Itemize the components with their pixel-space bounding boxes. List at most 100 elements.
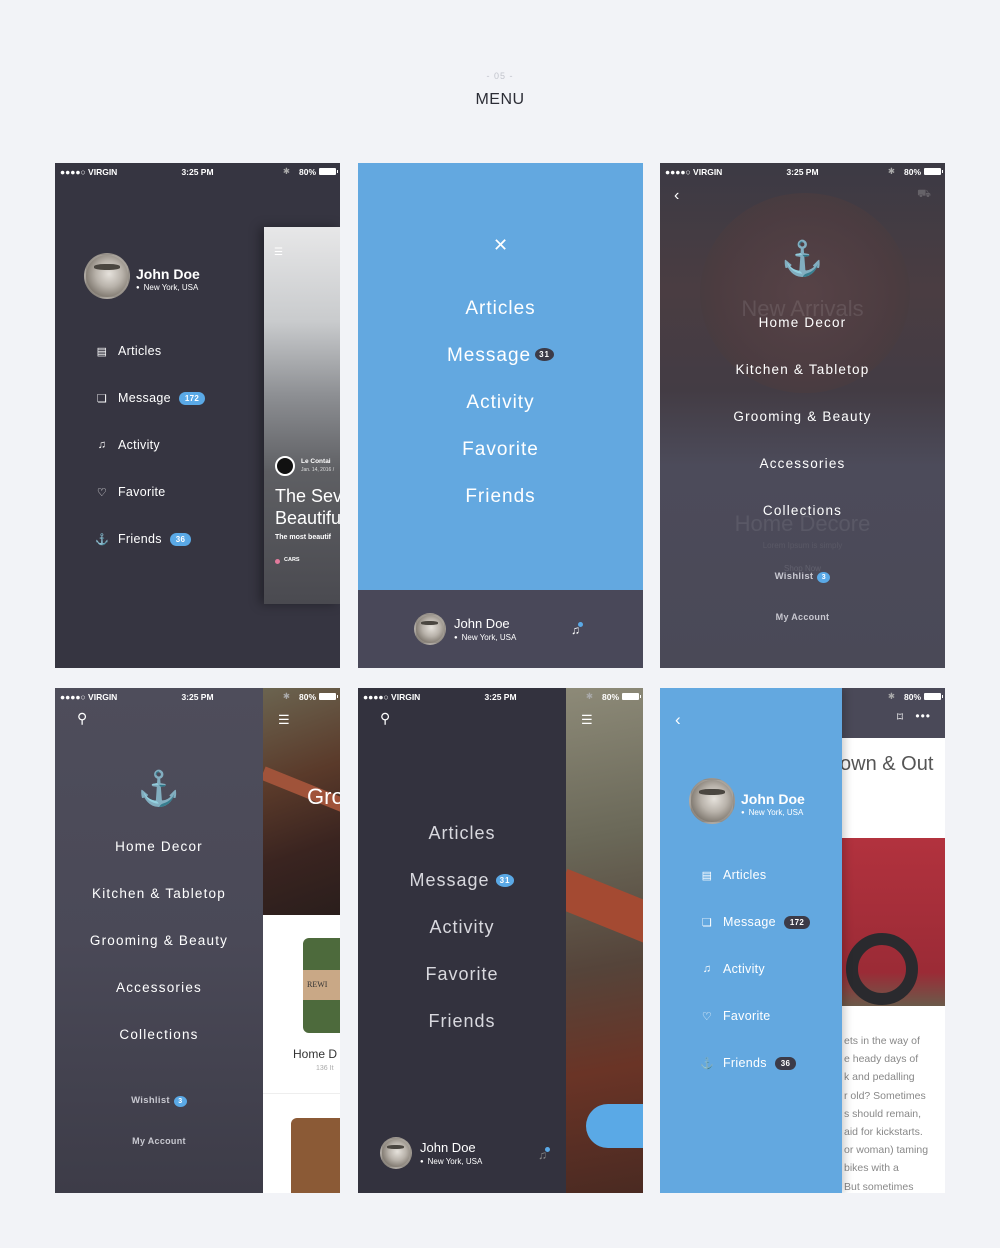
battery-icon (319, 168, 338, 175)
category-kitchen-tabletop[interactable]: Kitchen & Tabletop (660, 362, 945, 377)
back-chevron-icon[interactable]: ‹ (674, 187, 679, 205)
avatar[interactable] (84, 253, 130, 299)
menu-item-friends[interactable]: ⚓ Friends 36 (95, 532, 192, 546)
menu-label: Message (409, 870, 490, 890)
search-icon[interactable]: ⚲ (380, 710, 390, 727)
user-location: New York, USA (136, 283, 199, 292)
menu-item-favorite[interactable]: ♡ Favorite (700, 1009, 771, 1023)
source-logo-icon (275, 456, 295, 476)
category-grooming-beauty[interactable]: Grooming & Beauty (660, 409, 945, 424)
content-peek-panel[interactable]: ☰ Gro REWI Home D 136 It (263, 688, 340, 1193)
article-tag[interactable]: CARS (284, 557, 300, 563)
message-badge: 172 (178, 391, 206, 405)
battery-icon (622, 693, 641, 700)
message-badge: 172 (783, 915, 811, 929)
heart-icon: ♡ (701, 1010, 713, 1023)
notification-bell-icon[interactable]: ♫ (538, 1147, 550, 1162)
menu-icon[interactable]: ☰ (278, 712, 290, 728)
close-icon[interactable]: ✕ (358, 235, 643, 256)
my-account-link[interactable]: My Account (55, 1136, 263, 1146)
article-title-line2: Beautifu (275, 508, 340, 528)
menu-item-activity[interactable]: ♫ Activity (95, 438, 160, 452)
article-title: own & Out (840, 753, 934, 775)
category-home-decor[interactable]: Home Decor (55, 839, 263, 854)
category-home-decor[interactable]: Home Decor (660, 315, 945, 330)
screen-side-menu-dark: ●●●●○ VIRGIN 3:25 PM ✱ 80% John Doe New … (55, 163, 340, 668)
section-title: MENU (475, 91, 525, 108)
tag-dot-icon (275, 559, 280, 564)
menu-item-articles[interactable]: ▤ Articles (95, 344, 161, 358)
hero-text: Gro (307, 784, 340, 809)
menu-item-favorite[interactable]: Favorite (358, 964, 566, 985)
menu-icon[interactable]: ☰ (274, 247, 283, 258)
banner-sub: Lorem Ipsum is simply (762, 541, 843, 550)
content-peek-panel[interactable]: ☰ Le Contai Jan. 14, 2016 / The Sev Beau… (264, 227, 340, 604)
menu-label: Friends (723, 1056, 767, 1070)
category-accessories[interactable]: Accessories (660, 456, 945, 471)
menu-item-favorite[interactable]: ♡ Favorite (95, 485, 166, 499)
screen-category-menu: New Arrivals Home Decore Lorem Ipsum is … (660, 163, 945, 668)
avatar[interactable] (689, 778, 735, 824)
wishlist-link[interactable]: Wishlist 3 (55, 1095, 263, 1107)
menu-item-articles[interactable]: Articles (358, 823, 566, 844)
product-count: 136 It (316, 1065, 334, 1072)
category-accessories[interactable]: Accessories (55, 980, 263, 995)
screen-category-side-menu: ●●●●○ VIRGIN 3:25 PM ✱ 80% ⚲ ⚓ Home Deco… (55, 688, 340, 1193)
menu-item-message[interactable]: ❏ Message 172 (700, 915, 811, 929)
category-collections[interactable]: Collections (55, 1027, 263, 1042)
menu-item-articles[interactable]: Articles (358, 298, 643, 320)
menu-item-friends[interactable]: Friends (358, 486, 643, 508)
category-collections[interactable]: Collections (660, 503, 945, 518)
screen-text-side-menu-dark: ●●●●○ VIRGIN 3:25 PM ✱ 80% ⚲ Articles Me… (358, 688, 643, 1193)
bluetooth-icon: ✱ (282, 166, 290, 176)
body-line: aid for kickstarts. (844, 1126, 923, 1139)
menu-item-articles[interactable]: ▤ Articles (700, 868, 766, 882)
anchor-logo-icon: ⚓ (137, 770, 181, 808)
content-peek-panel[interactable]: ☰ (566, 688, 643, 1193)
message-badge: 31 (535, 348, 554, 361)
menu-item-message[interactable]: ❏ Message 172 (95, 391, 206, 405)
search-icon[interactable]: ⚲ (77, 710, 87, 727)
bookmark-icon[interactable]: ⌑ (897, 710, 903, 724)
notification-bell-icon[interactable]: ♫ (571, 622, 583, 637)
menu-item-activity[interactable]: Activity (358, 392, 643, 414)
section-number: - 05 - (486, 71, 514, 81)
cart-icon[interactable]: ⛟ (917, 188, 931, 202)
source-name: Le Contai (301, 458, 331, 465)
menu-item-activity[interactable]: ♫ Activity (700, 962, 765, 976)
avatar[interactable] (380, 1137, 412, 1169)
menu-label: Favorite (723, 1009, 771, 1023)
category-kitchen-tabletop[interactable]: Kitchen & Tabletop (55, 886, 263, 901)
more-options-icon[interactable]: ••• (915, 709, 931, 723)
menu-icon[interactable]: ☰ (581, 712, 593, 728)
menu-label: Message (723, 915, 776, 929)
notification-dot (545, 1147, 550, 1152)
back-chevron-icon[interactable]: ‹ (675, 710, 681, 730)
status-bar: ●●●●○ VIRGIN 3:25 PM ✱ 80% (358, 688, 643, 705)
article-title-line1: The Sev (275, 486, 340, 506)
anchor-logo-icon: ⚓ (781, 240, 824, 278)
menu-item-message[interactable]: Message 31 (358, 345, 643, 367)
user-location: New York, USA (454, 633, 517, 642)
clock: 3:25 PM (484, 692, 517, 702)
menu-item-friends[interactable]: Friends (358, 1011, 566, 1032)
wishlist-label: Wishlist (131, 1095, 170, 1106)
wheel-decor (846, 933, 918, 1005)
articles-icon: ▤ (96, 345, 108, 358)
menu-item-friends[interactable]: ⚓ Friends 36 (700, 1056, 797, 1070)
menu-label: Message (118, 391, 171, 405)
status-bar: ●●●●○ VIRGIN 3:25 PM ✱ 80% (55, 688, 340, 705)
user-name: John Doe (420, 1140, 476, 1155)
menu-item-activity[interactable]: Activity (358, 917, 566, 938)
body-line: e heady days of (844, 1053, 919, 1066)
menu-item-favorite[interactable]: Favorite (358, 439, 643, 461)
body-line: k and pedalling (844, 1071, 915, 1084)
category-grooming-beauty[interactable]: Grooming & Beauty (55, 933, 263, 948)
hero-strap-decor (566, 868, 643, 948)
my-account-link[interactable]: My Account (660, 612, 945, 622)
menu-item-message[interactable]: Message 31 (358, 870, 566, 891)
cta-button[interactable] (586, 1104, 643, 1148)
wishlist-link[interactable]: Wishlist 3 (660, 571, 945, 583)
heart-icon: ♡ (96, 486, 108, 499)
avatar[interactable] (414, 613, 446, 645)
